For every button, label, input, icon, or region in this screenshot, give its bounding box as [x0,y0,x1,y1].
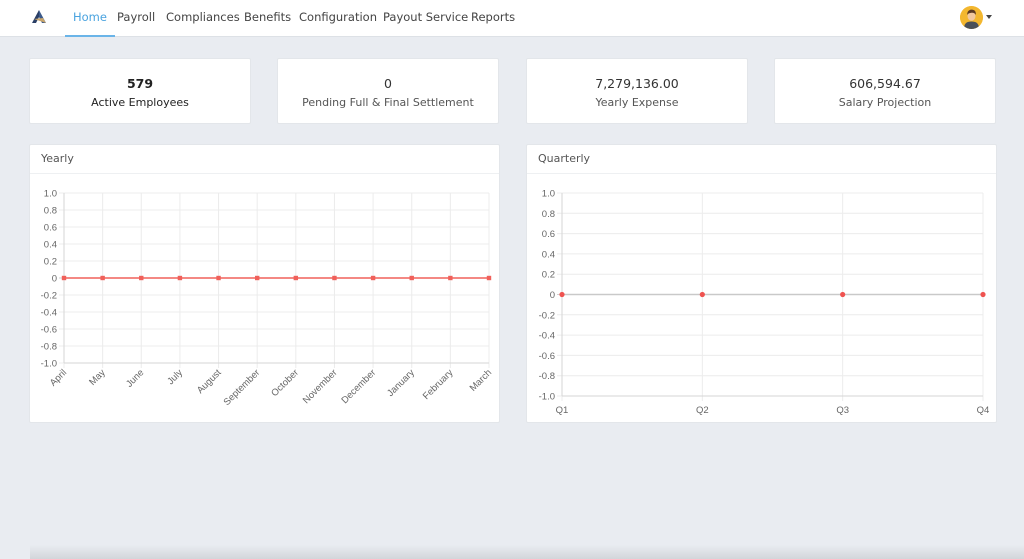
nav-benefits[interactable]: Benefits [244,0,291,37]
x-tick-label: Q2 [696,405,709,416]
y-tick-label: -0.8 [539,371,555,382]
x-tick-label: Q4 [977,405,990,416]
stat-label: Active Employees [91,96,189,109]
top-navbar: Home Payroll Compliances Benefits Config… [0,0,1024,37]
y-tick-label: 0 [550,290,555,301]
data-point[interactable] [370,275,376,281]
x-tick-label: June [124,367,146,389]
data-point[interactable] [216,275,221,281]
stat-value: 7,279,136.00 [595,76,679,91]
y-tick-label: 0 [52,274,57,285]
x-tick-label: December [339,367,378,406]
x-tick-label: September [222,367,263,408]
x-tick-label: Q1 [556,405,569,416]
y-tick-label: 0.8 [542,209,555,220]
x-tick-label: Q3 [836,405,849,416]
y-tick-label: 0.6 [44,223,57,234]
y-tick-label: -0.6 [41,325,57,336]
stat-value: 606,594.67 [849,76,921,91]
x-tick-label: October [269,367,301,399]
quarterly-chart: 1.0 0.8 0.6 0.4 0.2 0 -0.2 -0.4 -0.6 -0.8 -1.0Q1 Q2… [539,189,990,417]
yearly-chart: 1.0 0.8 0.6 0.4 0.2 0 -0.2 -0.4 -0.6 -0.8 -1.0Apri… [41,189,494,408]
x-tick-label: August [195,367,224,396]
user-menu-caret-icon[interactable] [986,15,992,19]
data-point[interactable] [559,291,565,298]
x-tick-label: May [87,367,108,388]
nav-configuration[interactable]: Configuration [299,0,377,37]
data-point[interactable] [100,275,105,281]
x-tick-label: March [468,367,494,393]
nav-payroll[interactable]: Payroll [117,0,155,37]
user-avatar-icon [960,6,983,29]
y-tick-label: 1.0 [542,189,555,200]
data-point[interactable] [139,275,144,281]
y-tick-label: 0.4 [542,249,555,260]
y-tick-label: 0.8 [44,206,57,217]
x-tick-label: April [48,367,69,388]
y-tick-label: -0.2 [41,291,57,302]
x-tick-label: November [301,367,340,406]
data-point[interactable] [699,291,705,298]
stat-card-pending-settlement: 0 Pending Full & Final Settlement [277,58,499,124]
data-point[interactable] [332,275,337,281]
stat-value: 579 [126,76,154,91]
y-tick-label: 0.4 [44,240,57,251]
y-tick-label: -0.4 [539,331,555,342]
stat-label: Salary Projection [838,96,932,109]
stat-card-salary-projection: 606,594.67 Salary Projection [774,58,996,124]
data-point[interactable] [254,275,260,281]
stat-card-yearly-expense: 7,279,136.00 Yearly Expense [526,58,748,124]
nav-compliances[interactable]: Compliances [166,0,240,37]
y-tick-label: -0.4 [41,308,57,319]
nav-payout-service[interactable]: Payout Service [383,0,468,37]
nav-reports[interactable]: Reports [471,0,515,37]
data-point[interactable] [840,291,846,298]
company-logo-icon[interactable] [30,9,48,25]
data-point[interactable] [486,275,492,281]
stat-card-active-employees: 579 Active Employees [29,58,251,124]
stat-label: Yearly Expense [595,96,679,109]
data-point[interactable] [61,275,67,281]
user-avatar[interactable] [960,6,983,29]
y-tick-label: -1.0 [539,392,555,403]
y-tick-label: 1.0 [44,189,57,200]
quarterly-chart-card: Quarterly 1.0 0.8 0.6 0.4 0.2 0 -0.2 -0.4 -0.6 -0… [526,144,997,423]
y-tick-label: -0.2 [539,310,555,321]
y-tick-label: -1.0 [41,359,57,370]
yearly-chart-card: Yearly 1.0 0.8 0.6 0.4 0.2 0 -0.2 -0.4 -0.6 -0.8-… [29,144,500,423]
y-tick-label: -0.6 [539,351,555,362]
y-tick-label: 0.2 [44,257,57,268]
bottom-shadow [30,545,1024,559]
data-point[interactable] [409,275,414,281]
data-point[interactable] [448,275,453,281]
x-tick-label: July [165,367,185,387]
stat-value: 0 [384,76,392,91]
data-point[interactable] [980,291,986,298]
nav-home[interactable]: Home [65,0,115,37]
y-tick-label: 0.6 [542,229,555,240]
x-tick-label: February [421,367,456,402]
x-tick-label: January [385,367,417,399]
data-point[interactable] [177,275,183,281]
data-point[interactable] [293,275,299,281]
y-tick-label: -0.8 [41,342,57,353]
stat-label: Pending Full & Final Settlement [302,96,474,109]
y-tick-label: 0.2 [542,270,555,281]
